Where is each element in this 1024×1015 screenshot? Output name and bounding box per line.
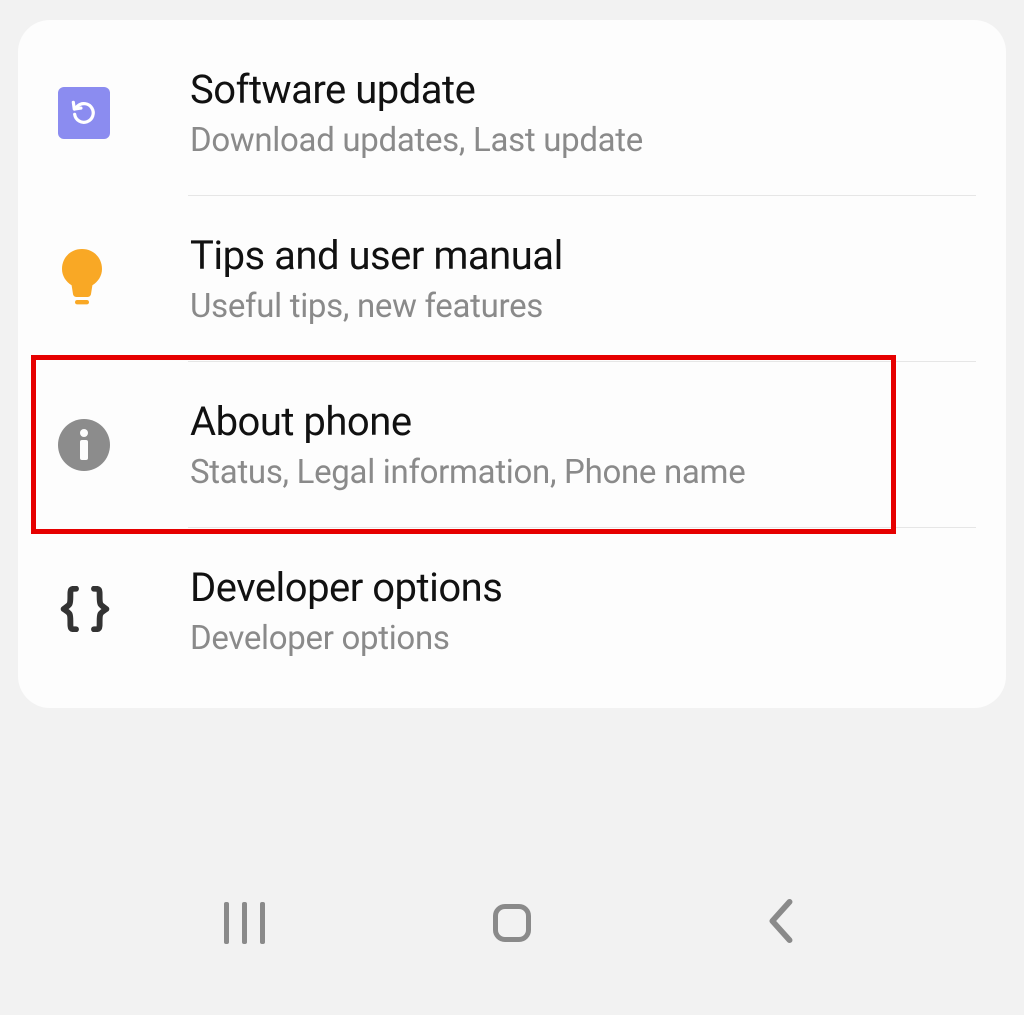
tips-icon-wrap — [58, 246, 118, 312]
lightbulb-icon — [58, 246, 106, 312]
navigation-bar — [0, 850, 1024, 995]
setting-item-about-phone[interactable]: About phone Status, Legal information, P… — [18, 362, 1006, 527]
setting-item-tips-manual[interactable]: Tips and user manual Useful tips, new fe… — [18, 196, 1006, 361]
nav-back-button[interactable] — [740, 883, 820, 963]
setting-text: Tips and user manual Useful tips, new fe… — [190, 231, 976, 326]
setting-item-developer-options[interactable]: Developer options Developer options — [18, 528, 1006, 678]
setting-subtitle: Developer options — [190, 619, 976, 658]
setting-subtitle: Download updates, Last update — [190, 121, 976, 160]
code-braces-icon — [58, 586, 112, 636]
software-update-icon — [58, 87, 110, 139]
setting-text: Software update Download updates, Last u… — [190, 65, 976, 160]
refresh-icon — [68, 97, 100, 129]
back-icon — [766, 898, 794, 948]
setting-text: About phone Status, Legal information, P… — [190, 397, 976, 492]
info-icon — [58, 419, 110, 471]
setting-item-software-update[interactable]: Software update Download updates, Last u… — [18, 30, 1006, 195]
nav-recent-button[interactable] — [204, 883, 284, 963]
setting-title: Software update — [190, 65, 976, 115]
setting-title: About phone — [190, 397, 976, 447]
software-update-icon-wrap — [58, 87, 118, 139]
settings-list: Software update Download updates, Last u… — [18, 20, 1006, 708]
nav-home-button[interactable] — [472, 883, 552, 963]
setting-text: Developer options Developer options — [190, 563, 976, 658]
home-icon — [493, 904, 531, 942]
setting-title: Developer options — [190, 563, 976, 613]
setting-title: Tips and user manual — [190, 231, 976, 281]
recent-apps-icon — [224, 902, 265, 944]
about-icon-wrap — [58, 419, 118, 471]
dev-icon-wrap — [58, 586, 118, 636]
setting-subtitle: Status, Legal information, Phone name — [190, 453, 976, 492]
setting-subtitle: Useful tips, new features — [190, 287, 976, 326]
